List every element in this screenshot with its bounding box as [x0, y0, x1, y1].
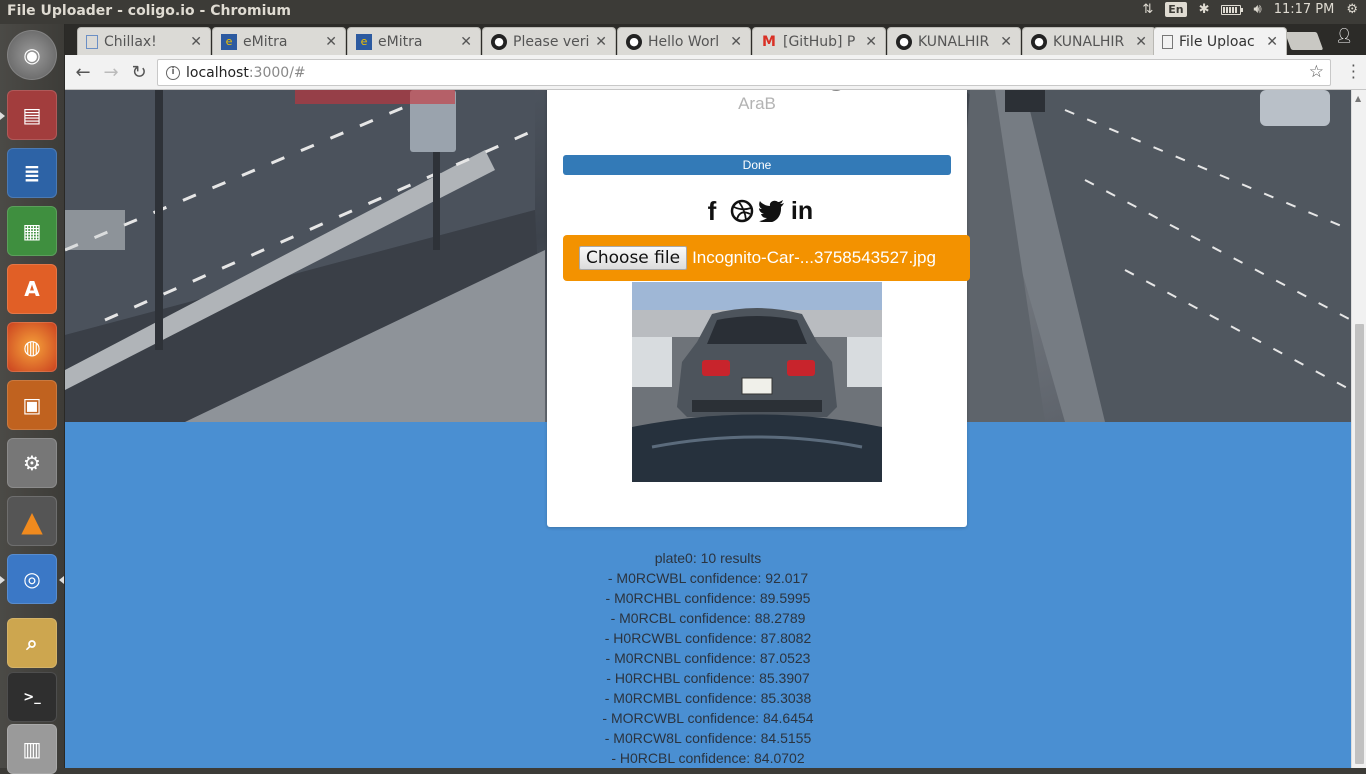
- tab-kunalhir-1[interactable]: ● KUNALHIR ✕: [887, 27, 1021, 55]
- close-tab-icon[interactable]: ✕: [190, 34, 202, 50]
- system-top-panel: File Uploader - coligo.io - Chromium ⇅ E…: [0, 0, 1366, 24]
- battery-icon[interactable]: [1221, 4, 1244, 15]
- close-tab-icon[interactable]: ✕: [460, 34, 472, 50]
- page-scrollbar[interactable]: ▲: [1351, 90, 1366, 768]
- keyboard-layout-indicator[interactable]: En: [1165, 2, 1187, 17]
- card-subtitle: AraB: [738, 94, 776, 113]
- web-page: g AraB Done f in Choose file Incognito-C…: [65, 90, 1351, 768]
- bookmark-star-icon[interactable]: ☆: [1309, 62, 1324, 82]
- result-line: - H0RCHBL confidence: 85.3907: [606, 670, 810, 686]
- system-settings-icon[interactable]: ⚙: [7, 438, 57, 488]
- results-header: plate0: 10 results: [654, 550, 762, 566]
- gmail-icon: M: [762, 33, 776, 50]
- tab-hello-world[interactable]: ● Hello Worl ✕: [617, 27, 751, 55]
- close-tab-icon[interactable]: ✕: [1135, 34, 1147, 50]
- emitra-icon: e: [221, 33, 237, 50]
- close-tab-icon[interactable]: ✕: [325, 34, 337, 50]
- address-bar[interactable]: i localhost:3000/# ☆: [157, 59, 1331, 86]
- result-line: - M0RCWBL confidence: 92.017: [607, 570, 809, 586]
- linkedin-icon[interactable]: in: [789, 197, 815, 225]
- github-icon: ●: [491, 33, 507, 50]
- social-links: f in: [547, 196, 967, 226]
- uploader-card: g AraB Done f in Choose file Incognito-C…: [547, 90, 970, 527]
- close-tab-icon[interactable]: ✕: [1266, 34, 1278, 50]
- browser-toolbar: ← → ↻ i localhost:3000/# ☆ · · ·: [65, 55, 1366, 90]
- profile-icon[interactable]: 👤︎: [1333, 28, 1355, 46]
- focused-indicator: [59, 576, 64, 584]
- site-info-icon[interactable]: i: [166, 65, 180, 80]
- result-line: - M0RCMBL confidence: 85.3038: [604, 690, 812, 706]
- window-title: File Uploader - coligo.io - Chromium: [7, 3, 291, 19]
- dribbble-icon[interactable]: [729, 198, 755, 224]
- selected-file-name: Incognito-Car-...3758543527.jpg: [692, 248, 936, 267]
- result-line: - MORCWBL confidence: 84.6454: [602, 710, 814, 726]
- page-icon: [1162, 34, 1173, 49]
- result-line: - H0RCBL confidence: 84.0702: [611, 750, 805, 766]
- unity-launcher: ◉ ▤ ≣ ▦ A ◍ ▣ ⚙ ▲ ◎ ⌕ >_ ▥: [0, 24, 65, 774]
- volume-icon[interactable]: 🔊︎: [1253, 2, 1261, 17]
- terminal-icon[interactable]: >_: [7, 672, 57, 722]
- result-line: - M0RCW8L confidence: 84.5155: [604, 730, 812, 746]
- close-tab-icon[interactable]: ✕: [730, 34, 742, 50]
- browser-menu-icon[interactable]: · · ·: [1351, 58, 1356, 86]
- scrollbar-thumb[interactable]: [1355, 324, 1364, 764]
- result-line: - M0RCBL confidence: 88.2789: [610, 610, 806, 626]
- reload-icon[interactable]: ↻: [127, 61, 151, 85]
- facebook-icon[interactable]: f: [699, 196, 725, 226]
- system-tray: ⇅ En ✱ 🔊︎ 11:17 PM ⚙: [1142, 2, 1358, 17]
- tab-strip: Chillax! ✕ e eMitra ✕ e eMitra ✕ ● Pleas…: [65, 24, 1366, 55]
- tab-emitra-1[interactable]: e eMitra ✕: [212, 27, 346, 55]
- running-indicator: [0, 576, 5, 584]
- url-path: :3000/#: [248, 64, 306, 81]
- clipped-heading-glyph: g: [827, 90, 846, 93]
- file-input-area: Choose file Incognito-Car-...3758543527.…: [563, 235, 970, 281]
- url-host: localhost: [186, 64, 249, 81]
- files-icon[interactable]: ▤: [7, 90, 57, 140]
- upload-progress-bar: Done: [563, 155, 951, 175]
- forward-arrow-icon[interactable]: →: [99, 61, 123, 85]
- twitter-icon[interactable]: [759, 198, 785, 224]
- choose-file-button[interactable]: Choose file: [579, 246, 688, 270]
- github-icon: ●: [896, 33, 912, 50]
- tab-kunalhir-2[interactable]: ● KUNALHIR ✕: [1022, 27, 1156, 55]
- writer-icon[interactable]: ≣: [7, 148, 57, 198]
- close-tab-icon[interactable]: ✕: [595, 34, 607, 50]
- scroll-up-arrow-icon[interactable]: ▲: [1355, 94, 1361, 103]
- firefox-icon[interactable]: ◍: [7, 322, 57, 372]
- tab-please-verify[interactable]: ● Please veri ✕: [482, 27, 616, 55]
- uploaded-car-photo: [632, 282, 882, 482]
- image-viewer-icon[interactable]: ⌕: [7, 618, 57, 668]
- workspaces-icon[interactable]: ▥: [7, 724, 57, 774]
- chromium-icon[interactable]: ◎: [7, 554, 57, 604]
- impress-icon[interactable]: ▣: [7, 380, 57, 430]
- bluetooth-icon[interactable]: ✱: [1199, 2, 1210, 17]
- close-tab-icon[interactable]: ✕: [865, 34, 877, 50]
- ubuntu-dash-icon[interactable]: ◉: [7, 30, 57, 80]
- tab-github-mail[interactable]: M [GitHub] P ✕: [752, 27, 886, 55]
- result-line: - H0RCWBL confidence: 87.8082: [604, 630, 812, 646]
- vlc-icon[interactable]: ▲: [7, 496, 57, 546]
- emitra-icon: e: [356, 33, 372, 50]
- recognition-results: plate0: 10 results - M0RCWBL confidence:…: [65, 548, 1351, 768]
- software-center-icon[interactable]: A: [7, 264, 57, 314]
- clock[interactable]: 11:17 PM: [1274, 2, 1335, 17]
- network-icon[interactable]: ⇅: [1142, 2, 1153, 17]
- github-icon: ●: [1031, 33, 1047, 50]
- settings-gear-icon[interactable]: ⚙: [1346, 2, 1358, 17]
- tab-emitra-2[interactable]: e eMitra ✕: [347, 27, 481, 55]
- running-indicator: [0, 112, 5, 120]
- tab-chillax[interactable]: Chillax! ✕: [77, 27, 211, 55]
- doc-icon: [86, 34, 98, 49]
- new-tab-button[interactable]: [1284, 32, 1324, 50]
- back-arrow-icon[interactable]: ←: [71, 61, 95, 85]
- calc-icon[interactable]: ▦: [7, 206, 57, 256]
- result-line: - M0RCHBL confidence: 89.5995: [605, 590, 811, 606]
- result-line: - M0RCNBL confidence: 87.0523: [605, 650, 811, 666]
- github-icon: ●: [626, 33, 642, 50]
- tab-file-uploader[interactable]: File Uploac ✕: [1153, 27, 1287, 55]
- close-tab-icon[interactable]: ✕: [1000, 34, 1012, 50]
